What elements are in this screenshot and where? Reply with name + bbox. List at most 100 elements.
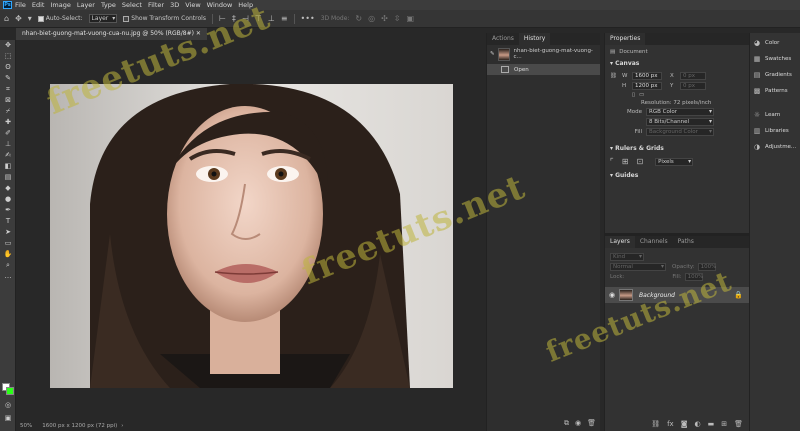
history-brush-tool-icon[interactable]: ✍ (0, 150, 16, 161)
new-group-icon[interactable]: ▬ (708, 420, 715, 428)
quick-select-tool-icon[interactable]: ✎ (0, 73, 16, 84)
more-tools-icon[interactable]: … (0, 271, 16, 282)
marquee-tool-icon[interactable]: ⬚ (0, 51, 16, 62)
document-tab[interactable]: nhan-biet-guong-mat-vuong-cua-nu.jpg @ 5… (16, 28, 207, 40)
quick-mask-icon[interactable]: ◎ (0, 400, 16, 411)
pixel-grid-icon[interactable]: ⊡ (636, 157, 643, 166)
link-icon[interactable]: ⛓ (610, 73, 622, 79)
clone-stamp-tool-icon[interactable]: ⊥ (0, 139, 16, 150)
tab-layers[interactable]: Layers (605, 236, 635, 248)
scale-3d-icon[interactable]: ▣ (407, 14, 415, 23)
adjustment-layer-icon[interactable]: ◐ (695, 420, 701, 428)
add-mask-icon[interactable]: ◙ (681, 420, 688, 428)
dock-adjustments[interactable]: ◑ Adjustme... (750, 141, 800, 153)
layer-name[interactable]: Background (639, 292, 734, 299)
menu-edit[interactable]: Edit (32, 1, 45, 9)
dodge-tool-icon[interactable]: ● (0, 194, 16, 205)
align-top-icon[interactable]: ⊤ (255, 14, 262, 23)
menu-layer[interactable]: Layer (77, 1, 95, 9)
drag-3d-icon[interactable]: ✣ (381, 14, 388, 23)
align-center-icon[interactable]: ‡ (232, 14, 236, 23)
dock-libraries[interactable]: ▥ Libraries (750, 125, 800, 137)
close-icon[interactable]: ✕ (196, 30, 201, 37)
more-options-icon[interactable]: ••• (301, 14, 315, 23)
canvas-area[interactable] (16, 40, 486, 421)
new-layer-icon[interactable]: ⊞ (721, 420, 727, 428)
dock-patterns[interactable]: ▩ Patterns (750, 85, 800, 97)
move-tool-icon[interactable]: ✥ (15, 14, 22, 23)
eye-icon[interactable]: ◉ (609, 291, 619, 299)
history-snapshot[interactable]: ✎ nhan-biet-guong-mat-vuong-c... (487, 45, 600, 63)
canvas-section-header[interactable]: ▾ Canvas (605, 57, 749, 70)
rectangle-tool-icon[interactable]: ▭ (0, 238, 16, 249)
landscape-orientation-icon[interactable]: ▭ (639, 92, 644, 98)
camera-snapshot-icon[interactable]: ◉ (575, 419, 581, 428)
menu-image[interactable]: Image (50, 1, 70, 9)
menu-view[interactable]: View (185, 1, 200, 9)
screen-mode-icon[interactable]: ▣ (0, 413, 16, 424)
bit-depth-dropdown[interactable]: 8 Bits/Channel (646, 118, 714, 126)
portrait-orientation-icon[interactable]: ▯ (632, 92, 635, 98)
type-tool-icon[interactable]: T (0, 216, 16, 227)
tab-properties[interactable]: Properties (605, 33, 646, 45)
path-selection-tool-icon[interactable]: ➤ (0, 227, 16, 238)
pen-tool-icon[interactable]: ✒ (0, 205, 16, 216)
tab-channels[interactable]: Channels (635, 236, 673, 248)
roll-3d-icon[interactable]: ◎ (368, 14, 375, 23)
mode-dropdown[interactable]: RGB Color (646, 108, 714, 116)
eraser-tool-icon[interactable]: ◧ (0, 161, 16, 172)
menu-select[interactable]: Select (122, 1, 142, 9)
align-middle-icon[interactable]: ⊥ (268, 14, 275, 23)
fill-dropdown[interactable]: Background Color (646, 128, 714, 136)
zoom-level[interactable]: 50% (20, 423, 32, 429)
history-step[interactable]: Open (487, 64, 600, 75)
eyedropper-tool-icon[interactable]: ⌿ (0, 106, 16, 117)
guides-section-header[interactable]: ▾ Guides (605, 169, 749, 182)
auto-select-target-dropdown[interactable]: Layer (88, 14, 118, 23)
x-field[interactable]: 0 px (680, 72, 706, 80)
align-left-icon[interactable]: ⊢ (219, 14, 226, 23)
align-right-icon[interactable]: ⊣ (242, 14, 249, 23)
dock-gradients[interactable]: ▤ Gradients (750, 69, 800, 81)
lasso-tool-icon[interactable]: ʘ (0, 62, 16, 73)
orbit-3d-icon[interactable]: ↻ (355, 14, 362, 23)
hand-tool-icon[interactable]: ✋ (0, 249, 16, 260)
trash-icon[interactable]: 🗑 (587, 419, 596, 428)
menu-filter[interactable]: Filter (148, 1, 164, 9)
width-field[interactable]: 1600 px (632, 72, 662, 80)
brush-tool-icon[interactable]: ✐ (0, 128, 16, 139)
zoom-tool-icon[interactable]: ⌕ (0, 260, 16, 271)
trash-icon[interactable]: 🗑 (734, 420, 743, 428)
link-layers-icon[interactable]: ⛓ (651, 420, 660, 428)
tab-history[interactable]: History (518, 33, 551, 45)
dock-learn[interactable]: ☼ Learn (750, 109, 800, 121)
menu-file[interactable]: File (15, 1, 26, 9)
height-field[interactable]: 1200 px (632, 82, 662, 90)
fx-icon[interactable]: fx (667, 420, 674, 428)
grid-icon[interactable]: ⊞ (622, 157, 629, 166)
healing-brush-tool-icon[interactable]: ✚ (0, 117, 16, 128)
lock-icon[interactable]: 🔒 (734, 291, 743, 299)
menu-3d[interactable]: 3D (170, 1, 179, 9)
align-bottom-icon[interactable]: ≡ (281, 14, 288, 23)
opacity-field[interactable]: 100% (697, 263, 716, 271)
new-document-from-state-icon[interactable]: ⧉ (564, 419, 569, 428)
transform-controls-checkbox[interactable]: Show Transform Controls (123, 15, 206, 22)
slide-3d-icon[interactable]: ⇳ (394, 14, 401, 23)
gradient-tool-icon[interactable]: ▤ (0, 172, 16, 183)
background-color-swatch[interactable] (6, 387, 14, 395)
checkbox-icon[interactable] (37, 15, 44, 22)
units-dropdown[interactable]: Pixels (655, 157, 694, 166)
move-tool-icon[interactable]: ✥ (0, 40, 16, 51)
tab-paths[interactable]: Paths (673, 236, 699, 248)
filter-kind-dropdown[interactable]: Kind (610, 253, 644, 261)
rulers-section-header[interactable]: ▾ Rulers & Grids (605, 142, 749, 155)
dock-swatches[interactable]: ▦ Swatches (750, 53, 800, 65)
auto-select-checkbox[interactable]: Auto-Select: (37, 15, 83, 22)
crop-tool-icon[interactable]: ⌗ (0, 84, 16, 95)
menu-type[interactable]: Type (101, 1, 116, 9)
y-field[interactable]: 0 px (680, 82, 706, 90)
document-canvas[interactable] (50, 84, 453, 388)
history-brush-icon[interactable]: ✎ (490, 51, 495, 57)
menu-window[interactable]: Window (207, 1, 233, 9)
